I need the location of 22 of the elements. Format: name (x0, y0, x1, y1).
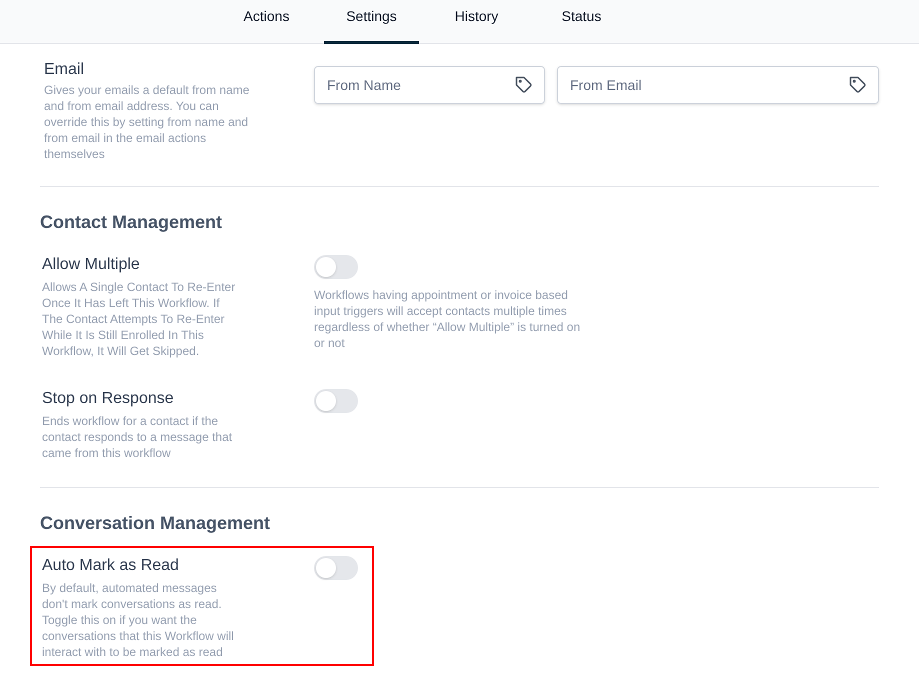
section-heading: Contact Management (40, 211, 224, 233)
setting-title: Stop on Response (42, 389, 175, 409)
toggle-switch[interactable] (314, 389, 358, 413)
text-field[interactable]: From Email (557, 66, 879, 104)
text-field[interactable]: From Name (314, 66, 545, 104)
setting-note: Workflows having appointment or invoice based input triggers will accept contacts multiple times regardless of whether “Allow Multiple” is turned on or not (314, 287, 582, 351)
tab[interactable]: Settings (324, 0, 419, 44)
toggle-switch[interactable] (314, 255, 358, 279)
tag-icon (849, 76, 867, 94)
setting-title: Allow Multiple (42, 255, 141, 275)
setting-title: Auto Mark as Read (42, 556, 180, 576)
toggle-switch[interactable] (314, 556, 358, 580)
setting-description: By default, automated messages don't mark conversations as read. Toggle this on if you want the conversations that this Workflow will interact with to be marked as read (42, 580, 235, 660)
setting-description: Allows A Single Contact To Re-Enter Once It Has Left This Workflow. If The Contact Attempts To Re-Enter While It Is Still Enrolled In This Workflow, It Will Get Skipped. (42, 279, 236, 359)
tab[interactable]: Actions (219, 0, 314, 44)
setting-description: Ends workflow for a contact if the contact responds to a message that came from this workflow (42, 413, 234, 461)
section-heading: Conversation Management (40, 512, 272, 534)
tag-icon (515, 76, 533, 94)
section-description: Gives your emails a default from name and from email address. You can override this by setting from name and from email in the email actions themselves (44, 82, 250, 162)
tab[interactable]: History (429, 0, 524, 44)
section-title: Email (44, 60, 86, 80)
tab[interactable]: Status (534, 0, 629, 44)
